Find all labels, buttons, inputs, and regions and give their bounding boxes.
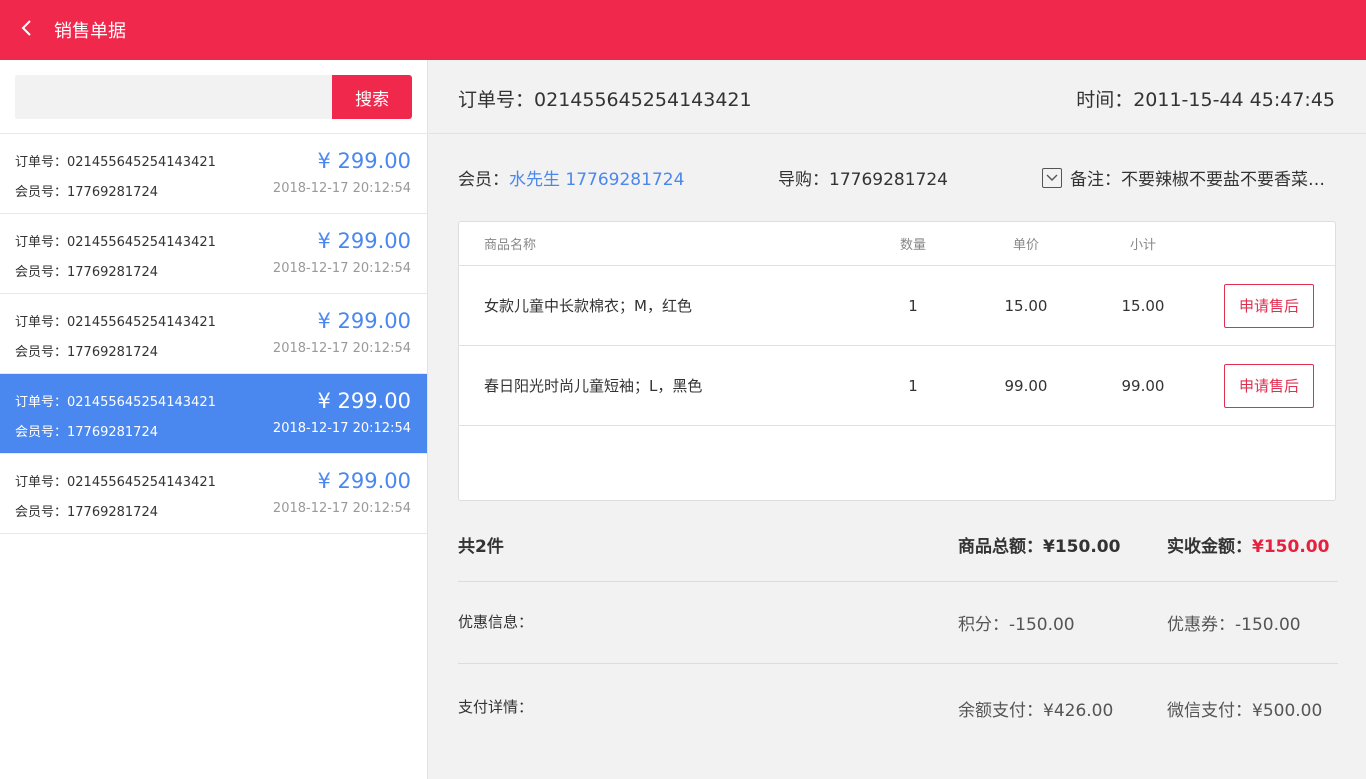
order-detail-panel: 订单号：021455645254143421 时间：2011-15-44 45:… — [429, 60, 1366, 779]
order-no-label: 订单号： — [15, 155, 68, 170]
order-time: 2018-12-17 20:12:54 — [272, 341, 411, 356]
discount-label: 优惠信息： — [458, 613, 534, 631]
chevron-left-icon — [20, 19, 34, 41]
summary-payment-row: 支付详情： 余额支付：¥426.00 微信支付：¥500.00 — [458, 664, 1338, 746]
summary-totals-row: 共2件 商品总额：¥150.00 实收金额：¥150.00 — [458, 521, 1338, 582]
order-list-item[interactable]: 订单号：021455645254143421 会员号：17769281724 ¥… — [0, 454, 427, 534]
remark[interactable]: 备注：不要辣椒不要盐不要香菜不要葱 — [1042, 165, 1336, 190]
page-title: 销售单据 — [54, 21, 126, 42]
app-header: 销售单据 — [0, 0, 1366, 60]
product-subtotal: 15.00 — [1121, 296, 1165, 315]
remark-value: 不要辣椒不要盐不要香菜不要葱 — [1121, 170, 1336, 190]
points-value: -150.00 — [1009, 615, 1075, 635]
apply-after-sale-button[interactable]: 申请售后 — [1224, 283, 1314, 328]
detail-order-no: 021455645254143421 — [534, 89, 752, 111]
member-no: 17769281724 — [67, 505, 158, 520]
order-no: 021455645254143421 — [67, 475, 216, 490]
order-no-label: 订单号： — [15, 395, 68, 410]
member-no: 17769281724 — [67, 265, 158, 280]
member-label: 会员： — [458, 170, 509, 190]
table-header-row: 商品名称 数量 单价 小计 — [459, 222, 1335, 266]
member-no-label: 会员号： — [15, 185, 68, 200]
search-bar: 搜索 — [0, 60, 427, 134]
balance-value: ¥426.00 — [1043, 701, 1114, 721]
detail-header: 订单号：021455645254143421 时间：2011-15-44 45:… — [429, 60, 1366, 134]
member-no-label: 会员号： — [15, 425, 68, 440]
summary-discount-row: 优惠信息： 积分：-150.00 优惠券：-150.00 — [458, 582, 1338, 664]
order-list-item[interactable]: 订单号：021455645254143421 会员号：17769281724 ¥… — [0, 134, 427, 214]
order-no: 021455645254143421 — [67, 395, 216, 410]
points-label: 积分： — [958, 615, 1009, 635]
coupon-value: -150.00 — [1235, 615, 1301, 635]
wechat-label: 微信支付： — [1167, 701, 1252, 721]
order-time: 2018-12-17 20:12:54 — [272, 181, 411, 196]
member-no: 17769281724 — [67, 345, 158, 360]
order-no: 021455645254143421 — [67, 235, 216, 250]
product-name: 女款儿童中长款棉衣；M，红色 — [484, 297, 692, 315]
member-no-label: 会员号： — [15, 265, 68, 280]
detail-time: 2011-15-44 45:47:45 — [1133, 89, 1335, 111]
order-price: ¥ 299.00 — [317, 309, 411, 333]
table-row: 春日阳光时尚儿童短袖；L，黑色 1 99.00 99.00 申请售后 — [459, 346, 1335, 426]
product-qty: 1 — [908, 376, 918, 395]
search-button[interactable]: 搜索 — [332, 75, 412, 119]
order-time: 2018-12-17 20:12:54 — [272, 421, 411, 436]
member-no: 17769281724 — [67, 425, 158, 440]
product-subtotal: 99.00 — [1121, 376, 1165, 395]
order-no-label: 订单号： — [15, 315, 68, 330]
item-count: 共2件 — [458, 537, 504, 557]
table-row: 女款儿童中长款棉衣；M，红色 1 15.00 15.00 申请售后 — [459, 266, 1335, 346]
order-info-row: 会员：水先生 17769281724 导购：17769281724 备注：不要辣… — [458, 165, 1338, 191]
member-link[interactable]: 水先生 17769281724 — [509, 170, 684, 190]
order-price: ¥ 299.00 — [317, 469, 411, 493]
balance-label: 余额支付： — [958, 701, 1043, 721]
product-qty: 1 — [908, 296, 918, 315]
order-summary: 共2件 商品总额：¥150.00 实收金额：¥150.00 优惠信息： 积分：-… — [458, 521, 1338, 746]
order-no-label: 订单号： — [15, 235, 68, 250]
wechat-value: ¥500.00 — [1252, 701, 1323, 721]
received-amount: ¥150.00 — [1252, 537, 1330, 557]
detail-order-label: 订单号： — [458, 89, 535, 111]
guide-label: 导购： — [778, 170, 829, 190]
goods-total: ¥150.00 — [1043, 537, 1121, 557]
order-list-item[interactable]: 订单号：021455645254143421 会员号：17769281724 ¥… — [0, 294, 427, 374]
back-button[interactable] — [0, 0, 54, 60]
order-list-item[interactable]: 订单号：021455645254143421 会员号：17769281724 ¥… — [0, 214, 427, 294]
col-header-price: 单价 — [1012, 238, 1039, 253]
order-list-panel: 搜索 订单号：021455645254143421 会员号：1776928172… — [0, 60, 428, 779]
payment-label: 支付详情： — [458, 698, 534, 716]
order-no: 021455645254143421 — [67, 315, 216, 330]
order-price: ¥ 299.00 — [317, 229, 411, 253]
chevron-down-box-icon[interactable] — [1042, 167, 1062, 188]
col-header-qty: 数量 — [899, 238, 926, 253]
product-price: 99.00 — [1004, 376, 1048, 395]
col-header-subtotal: 小计 — [1129, 238, 1156, 253]
product-price: 15.00 — [1004, 296, 1048, 315]
detail-time-label: 时间： — [1076, 89, 1134, 111]
member-no: 17769281724 — [67, 185, 158, 200]
order-no: 021455645254143421 — [67, 155, 216, 170]
order-price: ¥ 299.00 — [317, 389, 411, 413]
order-time: 2018-12-17 20:12:54 — [272, 501, 411, 516]
remark-label: 备注： — [1070, 170, 1121, 190]
order-no-label: 订单号： — [15, 475, 68, 490]
coupon-label: 优惠券： — [1167, 615, 1235, 635]
col-header-name: 商品名称 — [484, 238, 537, 253]
member-no-label: 会员号： — [15, 345, 68, 360]
guide-value: 17769281724 — [829, 170, 948, 190]
search-input[interactable] — [15, 75, 333, 119]
goods-total-label: 商品总额： — [958, 537, 1043, 557]
product-table: 商品名称 数量 单价 小计 女款儿童中长款棉衣；M，红色 1 15.00 15.… — [458, 221, 1336, 501]
order-list-item-selected[interactable]: 订单号：021455645254143421 会员号：17769281724 ¥… — [0, 374, 427, 454]
member-no-label: 会员号： — [15, 505, 68, 520]
product-name: 春日阳光时尚儿童短袖；L，黑色 — [484, 377, 703, 395]
received-label: 实收金额： — [1167, 537, 1252, 557]
order-price: ¥ 299.00 — [317, 149, 411, 173]
apply-after-sale-button[interactable]: 申请售后 — [1224, 363, 1314, 408]
order-time: 2018-12-17 20:12:54 — [272, 261, 411, 276]
